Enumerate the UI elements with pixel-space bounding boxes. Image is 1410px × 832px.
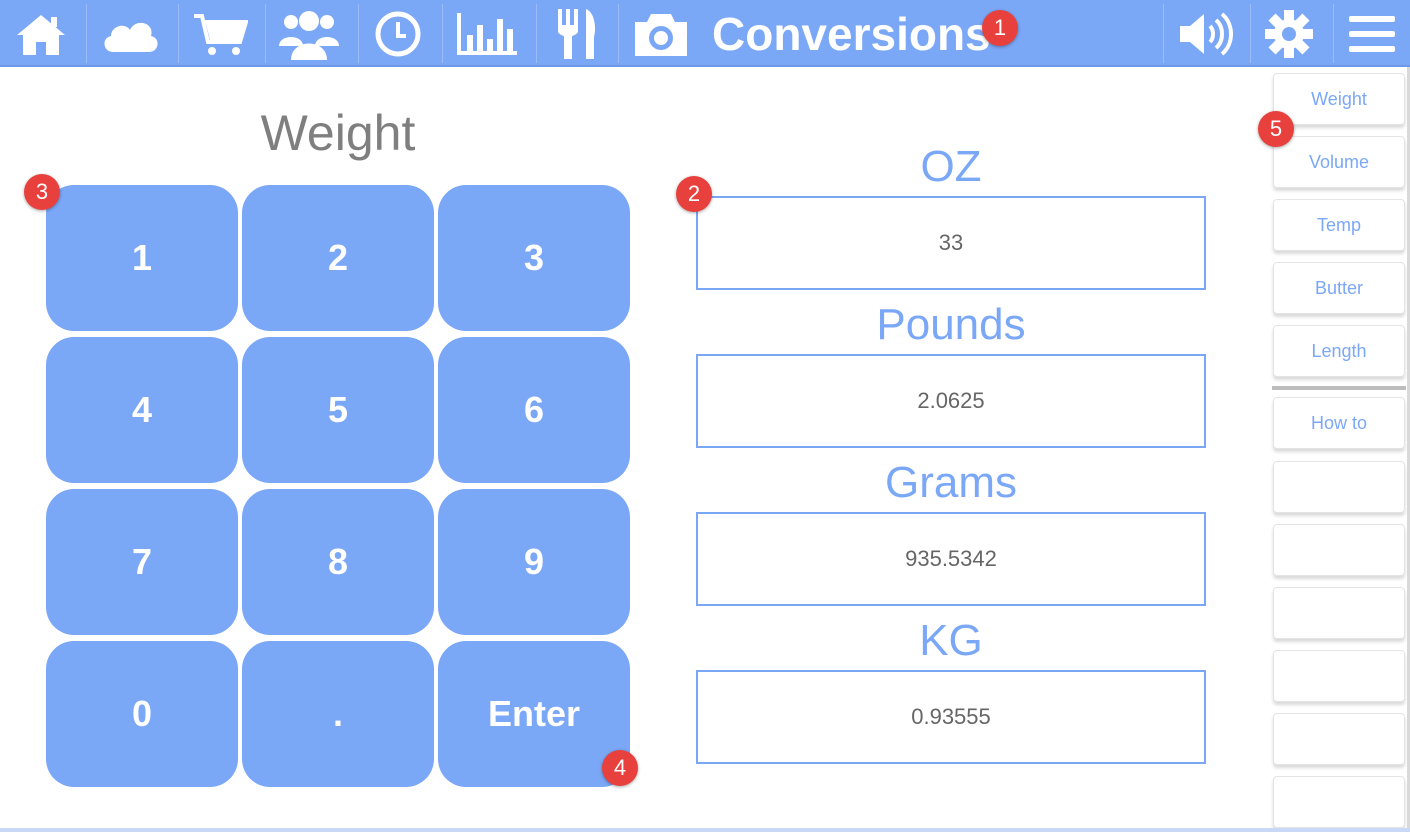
menu-icon[interactable]	[1342, 0, 1402, 67]
kg-label: KG	[919, 616, 983, 665]
bottom-border	[0, 828, 1410, 832]
sidebar-item-temp[interactable]: Temp	[1273, 199, 1405, 251]
page-title: Conversions	[712, 8, 991, 60]
utensils-icon[interactable]	[546, 0, 606, 67]
cloud-icon[interactable]	[96, 0, 164, 67]
sidebar-item-empty-4[interactable]	[1273, 650, 1405, 702]
sidebar-item-empty-3[interactable]	[1273, 587, 1405, 639]
chart-icon[interactable]	[452, 0, 522, 67]
home-icon[interactable]	[10, 0, 72, 67]
key-1[interactable]: 1	[46, 185, 238, 331]
kg-value-field[interactable]: 0.93555	[696, 670, 1206, 764]
sidebar-item-empty-6[interactable]	[1273, 776, 1405, 828]
grams-label: Grams	[885, 458, 1017, 507]
annotation-badge-1: 1	[982, 10, 1018, 46]
key-decimal[interactable]: .	[242, 641, 434, 787]
sidebar-item-empty-5[interactable]	[1273, 713, 1405, 765]
gear-icon[interactable]	[1258, 0, 1320, 67]
sidebar-item-weight[interactable]: Weight	[1273, 73, 1405, 125]
key-8[interactable]: 8	[242, 489, 434, 635]
key-2[interactable]: 2	[242, 185, 434, 331]
annotation-badge-5: 5	[1258, 111, 1294, 147]
sidebar-item-length[interactable]: Length	[1273, 325, 1405, 377]
cart-icon[interactable]	[190, 0, 250, 67]
pounds-label: Pounds	[876, 300, 1026, 349]
pounds-value-field[interactable]: 2.0625	[696, 354, 1206, 448]
sidebar-item-butter[interactable]: Butter	[1273, 262, 1405, 314]
clock-icon[interactable]	[368, 0, 428, 67]
key-0[interactable]: 0	[46, 641, 238, 787]
annotation-badge-2: 2	[676, 176, 712, 212]
sidebar-item-empty-2[interactable]	[1273, 524, 1405, 576]
key-5[interactable]: 5	[242, 337, 434, 483]
annotation-badge-4: 4	[602, 750, 638, 786]
key-7[interactable]: 7	[46, 489, 238, 635]
keypad-title: Weight	[260, 105, 416, 161]
camera-icon[interactable]	[628, 0, 694, 67]
grams-value-field[interactable]: 935.5342	[696, 512, 1206, 606]
oz-value-field[interactable]: 33	[696, 196, 1206, 290]
people-icon[interactable]	[276, 0, 342, 67]
sidebar-item-empty-1[interactable]	[1273, 461, 1405, 513]
top-toolbar: Conversions	[0, 0, 1410, 67]
speaker-icon[interactable]	[1172, 0, 1238, 67]
sidebar-divider	[1272, 386, 1406, 390]
annotation-badge-3: 3	[24, 174, 60, 210]
key-3[interactable]: 3	[438, 185, 630, 331]
key-6[interactable]: 6	[438, 337, 630, 483]
key-9[interactable]: 9	[438, 489, 630, 635]
sidebar-item-how-to[interactable]: How to	[1273, 397, 1405, 449]
key-4[interactable]: 4	[46, 337, 238, 483]
oz-label: OZ	[920, 142, 982, 191]
sidebar-item-volume[interactable]: Volume	[1273, 136, 1405, 188]
